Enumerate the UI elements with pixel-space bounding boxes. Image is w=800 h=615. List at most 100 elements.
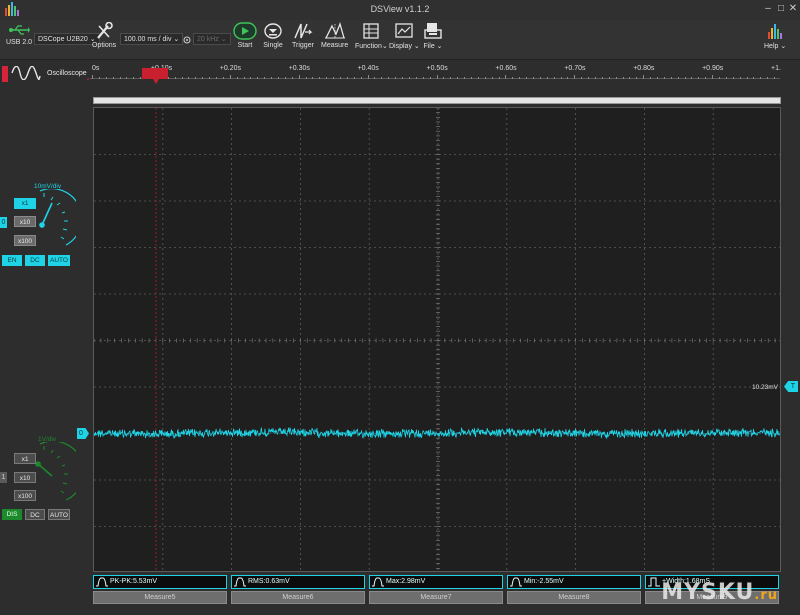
channel-0-enable-button[interactable]: EN: [2, 255, 22, 266]
display-icon: [395, 23, 414, 38]
ruler-tick: [105, 77, 107, 79]
ruler-tick: [650, 77, 652, 79]
channel-0-x1-button[interactable]: x1: [14, 198, 36, 209]
file-button[interactable]: File ⌄: [423, 22, 443, 50]
ruler-tick: [326, 77, 328, 79]
ruler-tick: [119, 77, 121, 79]
ruler-tick: [216, 77, 218, 79]
ruler-tick: [484, 77, 486, 79]
ruler-tick-label: +0.30s: [288, 65, 310, 72]
function-label: Function⌄: [355, 43, 388, 50]
measure-label: Measure: [321, 42, 349, 49]
ruler-tick: [340, 77, 342, 79]
channel-1-x1-button[interactable]: x1: [14, 453, 36, 464]
single-button[interactable]: Single: [263, 22, 283, 49]
channel-0-x10-button[interactable]: x10: [14, 216, 36, 227]
channel-0-panel: 0 10mV/div x1 x10 x100 EN DC AUTO: [0, 180, 90, 270]
options-button[interactable]: Options: [92, 22, 116, 49]
ruler-tick: [319, 77, 321, 79]
help-logo-icon: [768, 24, 783, 39]
pulse-icon: [372, 577, 384, 588]
timebase-combo[interactable]: 100.00 ms / div ⌄: [120, 33, 184, 45]
ruler-tick: [677, 77, 679, 79]
help-label: Help ⌄: [764, 43, 787, 50]
ruler-tick: [560, 77, 562, 79]
ruler-tick: [278, 77, 280, 79]
ruler-tick: [526, 77, 528, 79]
measurement-text: Max:2.98mV: [386, 578, 426, 585]
ruler-tick: [181, 77, 183, 79]
ruler-tick: [333, 77, 335, 79]
watermark-logo: MYSKU.ru: [661, 580, 778, 605]
channel-1-coupling-button[interactable]: DC: [25, 509, 45, 520]
help-button[interactable]: Help ⌄: [764, 22, 786, 50]
options-label: Options: [92, 42, 117, 49]
channel-1-panel: 1 1V/div x1 x10 x100 DIS DC AUTO: [0, 432, 90, 522]
chevron-down-icon: ⌄: [173, 36, 180, 43]
scope-display[interactable]: [93, 107, 781, 572]
measurement-readout[interactable]: RMS:0.63mV: [231, 575, 365, 589]
ruler-tick: [92, 75, 93, 79]
channel-1-x10-button[interactable]: x10: [14, 472, 36, 483]
channel-1-enable-button[interactable]: DIS: [2, 509, 22, 520]
display-button[interactable]: Display ⌄: [389, 22, 420, 50]
measurement-readout[interactable]: PK-PK:5.53mV: [93, 575, 227, 589]
close-button[interactable]: ✕: [787, 3, 799, 14]
ruler-tick: [408, 77, 410, 79]
horizontal-scrollbar[interactable]: [93, 97, 781, 104]
ruler-tick: [271, 77, 273, 79]
mode-selector[interactable]: Oscilloscope ⌄: [0, 62, 91, 84]
ruler-tick: [436, 75, 438, 79]
sample-rate-icon: [183, 36, 191, 46]
trigger-level-marker[interactable]: T: [784, 381, 798, 392]
ruler-tick: [243, 77, 245, 79]
chevron-down-icon: ⌄: [413, 43, 420, 50]
square-pulse-icon: [648, 577, 660, 588]
function-button[interactable]: Function⌄: [355, 22, 388, 50]
maximize-button[interactable]: □: [775, 3, 787, 14]
ruler-tick: [601, 77, 603, 79]
measurement-slot-button[interactable]: Measure7: [369, 591, 503, 604]
device-combo[interactable]: DSCope U2B20 ⌄: [34, 33, 100, 45]
measurement-text: PK-PK:5.53mV: [110, 578, 158, 585]
usb-label: USB 2.0: [6, 39, 33, 46]
measurement-slot-button[interactable]: Measure8: [507, 591, 641, 604]
ruler-tick: [656, 77, 658, 79]
ruler-tick: [250, 77, 252, 79]
measurement-slot-button[interactable]: Measure5: [93, 591, 227, 604]
ruler-tick: [505, 75, 507, 79]
sample-rate-value: 20 kHz: [197, 36, 219, 43]
ruler-tick: [422, 77, 424, 79]
trigger-position-marker[interactable]: [142, 68, 168, 79]
channel-0-coupling-button[interactable]: DC: [25, 255, 45, 266]
display-label: Display ⌄: [389, 43, 420, 50]
trigger-label: Trigger: [292, 42, 314, 49]
device-selector[interactable]: USB 2.0: [6, 23, 32, 46]
channel-1-marker[interactable]: 1: [0, 472, 7, 483]
channel-1-x100-button[interactable]: x100: [14, 490, 36, 501]
measure-button[interactable]: Measure: [321, 22, 348, 49]
device-name: DSCope U2B20: [38, 36, 88, 43]
time-ruler[interactable]: 0s+0.10s+0.20s+0.30s+0.40s+0.50s+0.60s+0…: [90, 62, 790, 84]
trigger-button[interactable]: Trigger: [292, 22, 314, 49]
ruler-tick-label: +0.60s: [495, 65, 517, 72]
ruler-tick: [209, 77, 211, 79]
measurement-slot-button[interactable]: Measure6: [231, 591, 365, 604]
channel-0-x100-button[interactable]: x100: [14, 235, 36, 246]
channel-1-auto-button[interactable]: AUTO: [48, 509, 70, 520]
ruler-tick: [622, 77, 624, 79]
ruler-tick: [608, 77, 610, 79]
sample-rate-combo[interactable]: 20 kHz ⌄: [193, 33, 231, 45]
channel-0-auto-button[interactable]: AUTO: [48, 255, 70, 266]
measurement-readout[interactable]: Max:2.98mV: [369, 575, 503, 589]
ruler-tick: [133, 77, 135, 79]
title-bar: DSView v1.1.2 – □ ✕: [0, 0, 800, 20]
channel-0-marker[interactable]: 0: [0, 217, 7, 228]
ruler-tick: [284, 77, 286, 79]
ruler-tick: [470, 77, 472, 79]
start-button[interactable]: Start: [233, 22, 257, 49]
measurement-readout[interactable]: Min:-2.55mV: [507, 575, 641, 589]
minimize-button[interactable]: –: [762, 3, 774, 14]
ruler-tick-label: +0.40s: [357, 65, 379, 72]
ruler-tick: [546, 77, 548, 79]
